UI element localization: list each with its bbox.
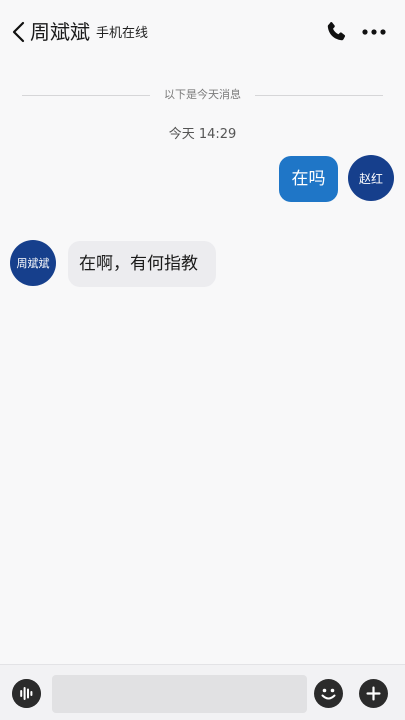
plus-icon[interactable] xyxy=(359,679,388,708)
chat-header: 周斌斌 手机在线 xyxy=(0,0,405,64)
more-icon[interactable] xyxy=(361,22,387,42)
history-divider: 以下是今天消息 xyxy=(22,86,383,104)
message-timestamp: 今天 14:29 xyxy=(168,127,237,142)
phone-icon[interactable] xyxy=(324,20,348,44)
online-status: 手机在线 xyxy=(96,26,149,41)
voice-icon[interactable] xyxy=(12,679,41,708)
avatar-contact[interactable]: 周斌斌 xyxy=(10,240,56,286)
message-bubble-received[interactable]: 在啊，有何指教 xyxy=(68,241,216,287)
input-bar xyxy=(0,664,405,720)
chevron-left-icon[interactable] xyxy=(10,20,28,44)
message-bubble-sent[interactable]: 在吗 xyxy=(279,156,338,202)
message-input[interactable] xyxy=(52,675,307,713)
contact-name: 周斌斌 xyxy=(30,20,90,44)
emoji-icon[interactable] xyxy=(314,679,343,708)
avatar-me[interactable]: 赵红 xyxy=(348,155,394,201)
chat-screen: 周斌斌 手机在线 以下是今天消息 今天 14:29 在吗 赵红 周斌斌 在啊，有… xyxy=(0,0,405,720)
divider-line-right xyxy=(255,95,383,96)
